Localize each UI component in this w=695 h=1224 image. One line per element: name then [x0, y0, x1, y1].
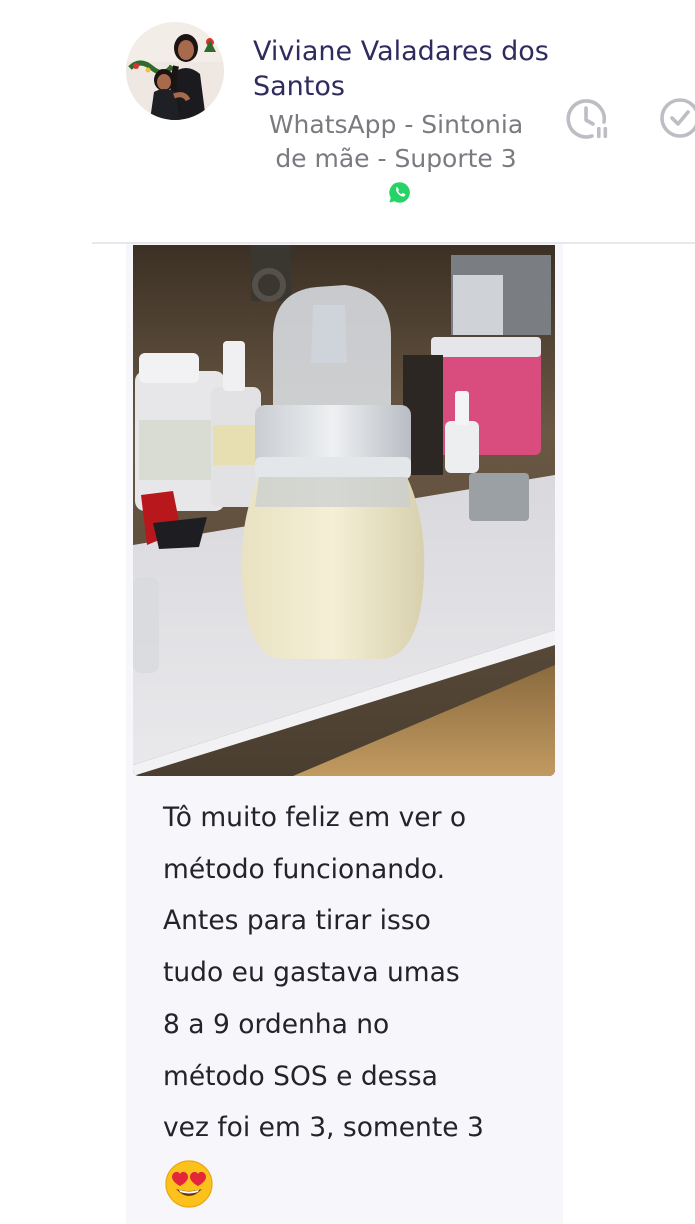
channel-label: WhatsApp - Sintonia de mãe - Suporte 3	[262, 108, 530, 210]
check-circle-icon[interactable]	[656, 94, 695, 142]
snooze-clock-icon[interactable]	[564, 96, 610, 142]
conversation-header: Viviane Valadares dos Santos WhatsApp - …	[0, 0, 695, 244]
contact-avatar[interactable]	[126, 22, 224, 120]
message-image[interactable]	[133, 245, 555, 776]
channel-label-text: WhatsApp - Sintonia de mãe - Suporte 3	[268, 110, 524, 173]
message-text: Tô muito feliz em ver o método funcionan…	[163, 802, 484, 1144]
heart-eyes-emoji-icon	[164, 1159, 214, 1209]
contact-name[interactable]: Viviane Valadares dos Santos	[253, 34, 553, 104]
whatsapp-icon	[387, 180, 412, 205]
